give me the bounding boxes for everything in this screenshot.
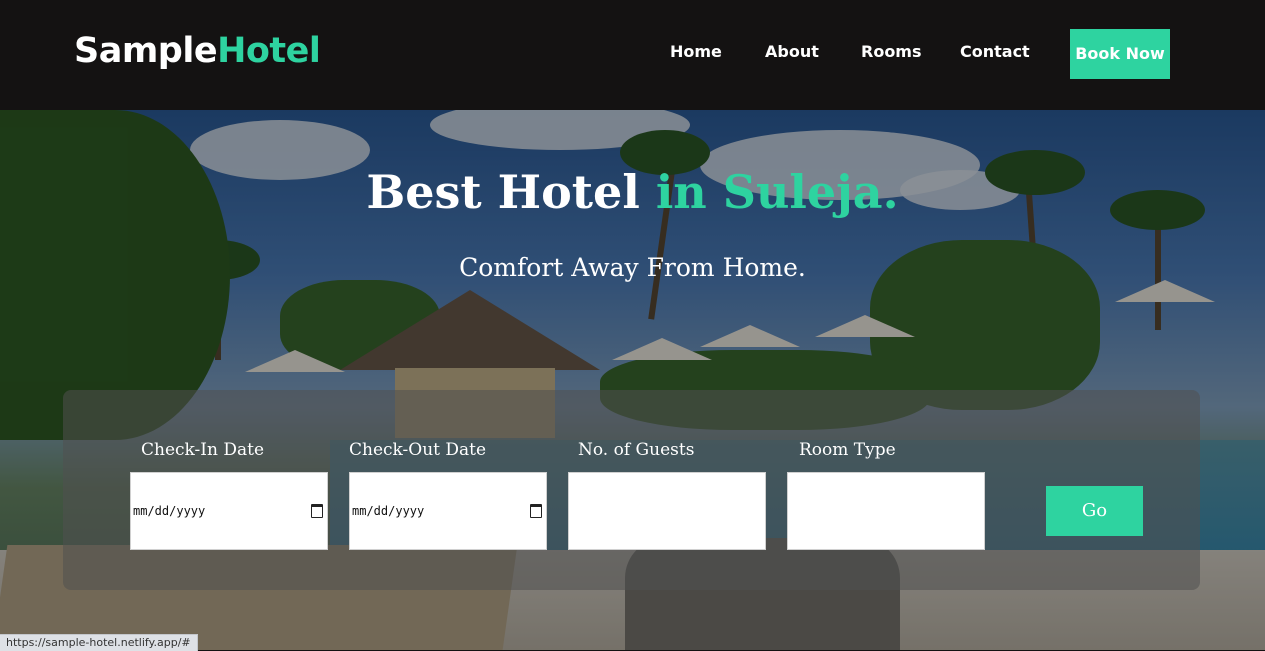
hero-headline: Best Hotel in Suleja.	[0, 160, 1265, 224]
room-type-input[interactable]	[787, 472, 985, 550]
nav-link-home[interactable]: Home	[670, 40, 722, 64]
guests-input[interactable]	[568, 472, 766, 550]
hero-section: Best Hotel in Suleja. Comfort Away From …	[0, 110, 1265, 650]
nav-link-rooms[interactable]: Rooms	[861, 40, 922, 64]
site-logo[interactable]: SampleHotel	[74, 28, 321, 74]
checkin-label: Check-In Date	[141, 440, 265, 460]
status-bar-url: https://sample-hotel.netlify.app/#	[0, 634, 198, 651]
headline-accent-text: in Suleja.	[655, 165, 899, 219]
hero-subheadline: Comfort Away From Home.	[459, 253, 806, 282]
calendar-icon[interactable]	[530, 504, 542, 518]
go-button[interactable]: Go	[1046, 486, 1143, 536]
guests-label: No. of Guests	[578, 440, 695, 460]
logo-text-sample: Sample	[74, 31, 218, 71]
checkout-date-value: mm/dd/yyyy	[352, 504, 425, 518]
top-navbar: SampleHotel Home About Rooms Contact Boo…	[0, 0, 1265, 110]
calendar-icon[interactable]	[311, 504, 323, 518]
checkout-label: Check-Out Date	[349, 440, 487, 460]
nav-link-contact[interactable]: Contact	[960, 40, 1030, 64]
logo-text-hotel: Hotel	[217, 31, 321, 71]
checkin-date-value: mm/dd/yyyy	[133, 504, 206, 518]
room-type-label: Room Type	[799, 440, 896, 460]
checkin-date-input[interactable]: mm/dd/yyyy	[130, 472, 328, 550]
checkout-date-input[interactable]: mm/dd/yyyy	[349, 472, 547, 550]
headline-text: Best Hotel	[366, 165, 656, 219]
book-now-button[interactable]: Book Now	[1070, 29, 1170, 79]
nav-link-about[interactable]: About	[765, 40, 819, 64]
